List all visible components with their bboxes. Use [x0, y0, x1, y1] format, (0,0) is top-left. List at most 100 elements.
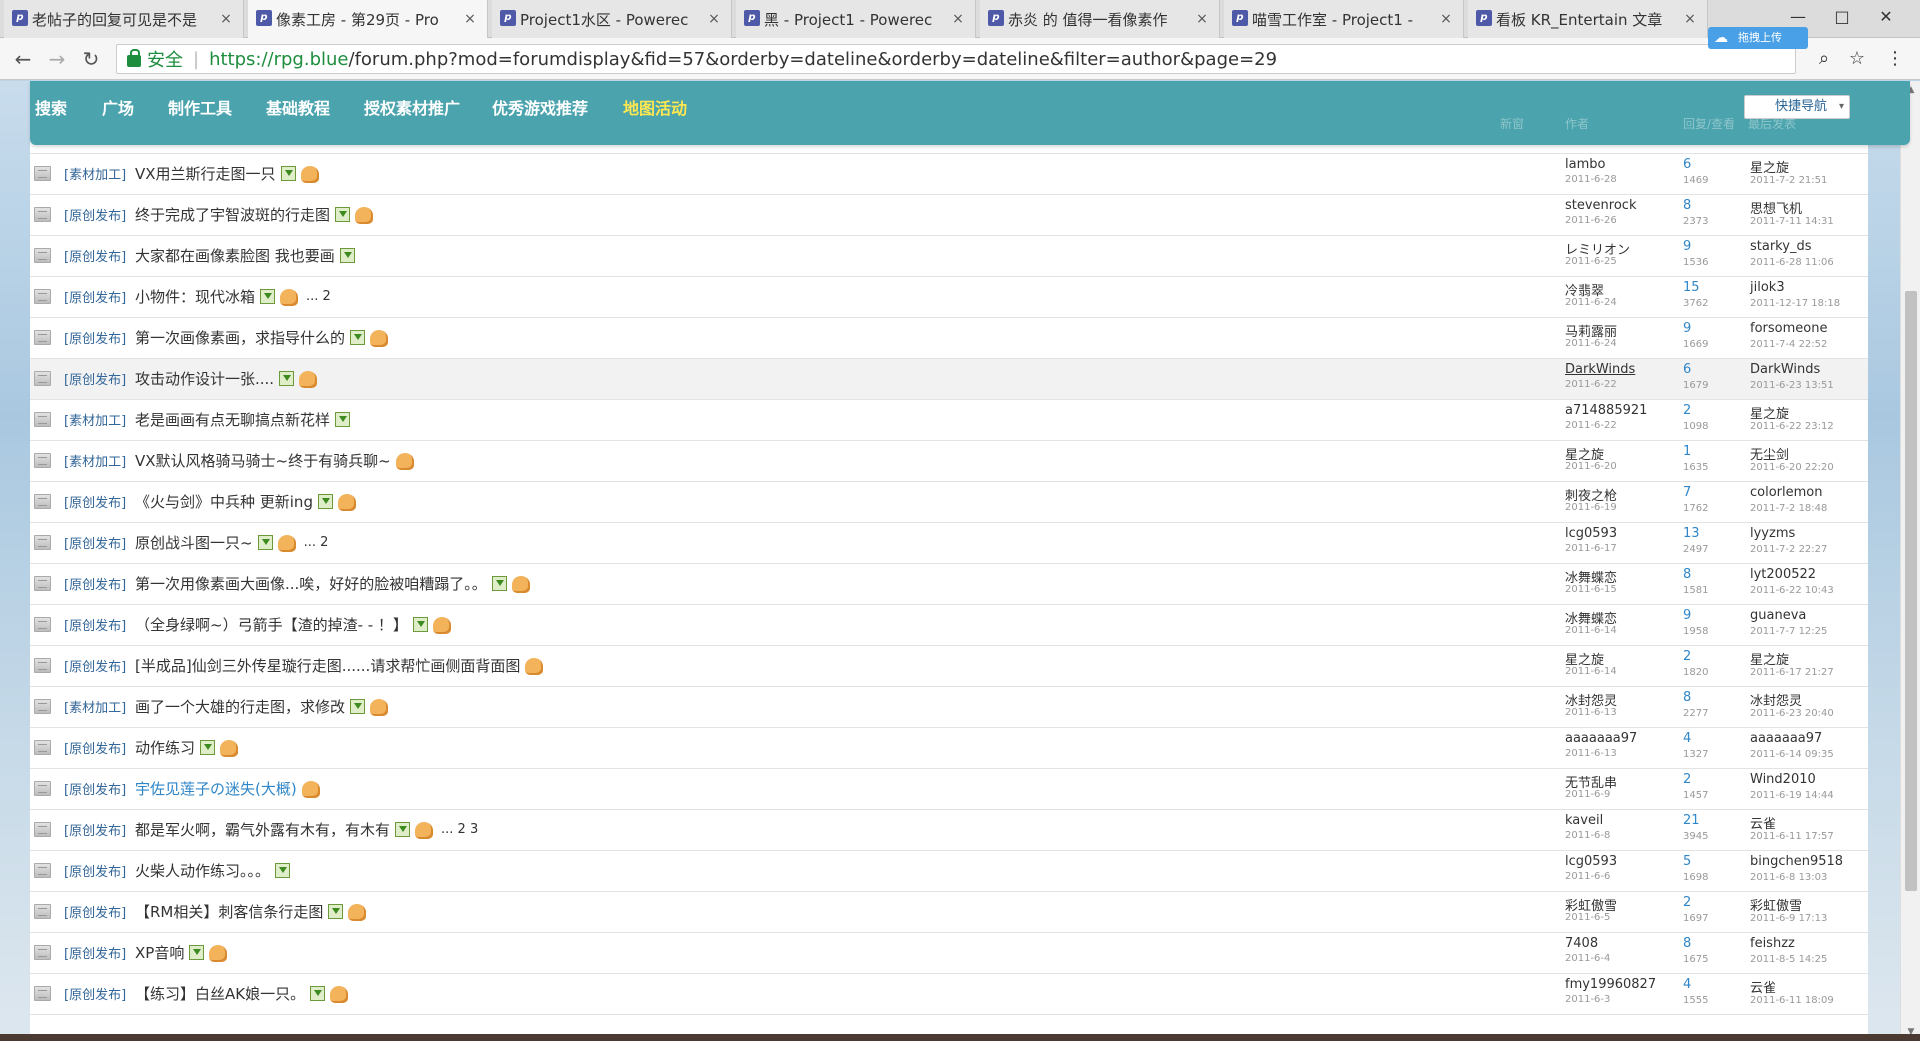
thread-row[interactable]: [原创发布] 动作练习 aaaaaaa97 2011-6-13 4 1327 aaaaaaa… [30, 728, 1868, 769]
folder-icon[interactable] [34, 986, 51, 1001]
thread-title-link[interactable]: 动作练习 [135, 737, 195, 758]
reply-count[interactable]: 8 [1683, 690, 1691, 705]
thread-author[interactable]: fmy19960827 [1565, 977, 1656, 992]
close-icon[interactable]: × [463, 11, 477, 27]
close-icon[interactable]: × [707, 11, 721, 27]
thread-title-link[interactable]: 终于完成了宇智波斑的行走图 [135, 204, 330, 225]
header-replies-views[interactable]: 回复/查看 [1683, 115, 1735, 132]
last-post-user[interactable]: 彩虹傲雪 [1750, 895, 1802, 914]
last-post-user[interactable]: lyyzms [1750, 526, 1795, 541]
last-post-time[interactable]: 2011-7-7 12:25 [1750, 626, 1827, 637]
thread-title-link[interactable]: 宇佐见莲子の迷失(大概) [135, 778, 297, 799]
reply-count[interactable]: 4 [1683, 731, 1691, 746]
last-post-user[interactable]: 冰封怨灵 [1750, 690, 1802, 709]
reply-count[interactable]: 21 [1683, 813, 1700, 828]
thread-category[interactable]: [原创发布] [64, 779, 126, 798]
thread-author[interactable]: stevenrock [1565, 198, 1637, 213]
thread-row[interactable]: [素材加工] 画了一个大雄的行走图，求修改 冰封怨灵 2011-6-13 8 2277 冰封… [30, 687, 1868, 728]
thread-category[interactable]: [原创发布] [64, 615, 126, 634]
last-post-time[interactable]: 2011-7-2 22:27 [1750, 544, 1827, 555]
browser-tab[interactable]: p Project1水区 - Powerec × [492, 0, 732, 38]
last-post-user[interactable]: 云雀 [1750, 813, 1776, 832]
thread-title-link[interactable]: 都是军火啊，霸气外露有木有，有木有 [135, 819, 390, 840]
last-post-user[interactable]: 无尘剑 [1750, 444, 1789, 463]
folder-icon[interactable] [34, 576, 51, 591]
last-post-time[interactable]: 2011-6-8 13:03 [1750, 872, 1827, 883]
reply-count[interactable]: 8 [1683, 198, 1691, 213]
last-post-time[interactable]: 2011-6-14 09:35 [1750, 749, 1834, 760]
thread-title-link[interactable]: （全身绿啊~）弓箭手【渣的掉渣- - ！】 [135, 614, 408, 635]
thread-author[interactable]: kaveil [1565, 813, 1603, 828]
close-icon[interactable]: × [1439, 11, 1453, 27]
folder-icon[interactable] [34, 863, 51, 878]
thread-category[interactable]: [素材加工] [64, 164, 126, 183]
nav-item[interactable]: 基础教程 [266, 95, 330, 119]
thread-category[interactable]: [原创发布] [64, 984, 126, 1003]
last-post-time[interactable]: 2011-6-23 20:40 [1750, 708, 1834, 719]
close-icon[interactable]: × [1683, 11, 1697, 27]
vertical-scrollbar[interactable]: ▲ ▼ [1900, 81, 1920, 1041]
scrollbar-thumb[interactable] [1905, 291, 1917, 891]
back-arrow-icon[interactable]: ← [10, 46, 36, 72]
thread-title-link[interactable]: 老是画画有点无聊搞点新花样 [135, 409, 330, 430]
browser-tab[interactable]: p 像素工房 - 第29页 - Pro × [248, 0, 488, 38]
close-icon[interactable]: × [1195, 11, 1209, 27]
thread-category[interactable]: [原创发布] [64, 902, 126, 921]
thread-pages[interactable]: ... 2 [306, 289, 331, 304]
thread-category[interactable]: [原创发布] [64, 246, 126, 265]
last-post-user[interactable]: DarkWinds [1750, 362, 1820, 377]
thread-category[interactable]: [原创发布] [64, 820, 126, 839]
address-bar[interactable]: 安全 | https://rpg.blue/forum.php?mod=foru… [116, 44, 1796, 74]
thread-title-link[interactable]: VX用兰斯行走图一只 [135, 163, 276, 184]
thread-pages[interactable]: ... 2 [304, 535, 329, 550]
thread-category[interactable]: [素材加工] [64, 697, 126, 716]
thread-title-link[interactable]: XP音响 [135, 942, 184, 963]
folder-icon[interactable] [34, 453, 51, 468]
last-post-user[interactable]: Wind2010 [1750, 772, 1816, 787]
browser-tab[interactable]: p黑 - Project1 - Powerec × [736, 0, 976, 38]
reply-count[interactable]: 5 [1683, 854, 1691, 869]
last-post-user[interactable]: colorlemon [1750, 485, 1822, 500]
thread-author[interactable]: lcg0593 [1565, 526, 1617, 541]
thread-row[interactable]: [原创发布] 攻击动作设计一张.... DarkWinds 2011-6-22 6 167… [30, 359, 1868, 400]
thread-row[interactable]: [原创发布] 火柴人动作练习。。。 lcg0593 2011-6-6 5 1698 bing… [30, 851, 1868, 892]
search-icon[interactable]: ⌕ [1813, 48, 1835, 70]
close-icon[interactable]: × [219, 11, 233, 27]
thread-row[interactable]: [原创发布] 终于完成了宇智波斑的行走图 stevenrock 2011-6-26 8 2… [30, 195, 1868, 236]
last-post-time[interactable]: 2011-6-19 14:44 [1750, 790, 1834, 801]
window-close-icon[interactable]: ✕ [1866, 4, 1906, 30]
folder-icon[interactable] [34, 822, 51, 837]
thread-category[interactable]: [原创发布] [64, 492, 126, 511]
last-post-user[interactable]: jilok3 [1750, 280, 1785, 295]
nav-item[interactable]: 授权素材推广 [364, 95, 460, 119]
last-post-user[interactable]: guaneva [1750, 608, 1806, 623]
last-post-time[interactable]: 2011-7-2 21:51 [1750, 175, 1827, 186]
last-post-time[interactable]: 2011-6-28 11:06 [1750, 257, 1834, 268]
header-new-window[interactable]: 新窗 [1500, 115, 1524, 132]
reply-count[interactable]: 2 [1683, 403, 1691, 418]
folder-icon[interactable] [34, 945, 51, 960]
last-post-user[interactable]: forsomeone [1750, 321, 1827, 336]
thread-row[interactable]: [原创发布] 第一次画像素画，求指导什么的 马莉露丽 2011-6-24 9 1669 fo… [30, 318, 1868, 359]
reply-count[interactable]: 9 [1683, 608, 1691, 623]
thread-category[interactable]: [原创发布] [64, 287, 126, 306]
folder-icon[interactable] [34, 289, 51, 304]
reply-count[interactable]: 2 [1683, 895, 1691, 910]
reply-count[interactable]: 4 [1683, 977, 1691, 992]
thread-row[interactable]: [素材加工] VX用兰斯行走图一只 lambo 2011-6-28 6 1469 星之旋 20… [30, 154, 1868, 195]
thread-row[interactable]: [原创发布] 都是军火啊，霸气外露有木有，有木有 ... 2 3 kaveil 2011… [30, 810, 1868, 851]
reply-count[interactable]: 9 [1683, 239, 1691, 254]
browser-tab[interactable]: p 老帖子的回复可见是不是 × [4, 0, 244, 38]
last-post-user[interactable]: 星之旋 [1750, 157, 1789, 176]
folder-icon[interactable] [34, 207, 51, 222]
reply-count[interactable]: 8 [1683, 567, 1691, 582]
last-post-user[interactable]: 云雀 [1750, 977, 1776, 996]
thread-row[interactable]: [原创发布] XP音响 7408 2011-6-4 8 1675 feishzz 2011-8… [30, 933, 1868, 974]
reply-count[interactable]: 6 [1683, 157, 1691, 172]
thread-row[interactable]: [原创发布] 原创战斗图一只~ ... 2 lcg0593 2011-6-17 13 249… [30, 523, 1868, 564]
last-post-user[interactable]: 星之旋 [1750, 403, 1789, 422]
last-post-time[interactable]: 2011-7-4 22:52 [1750, 339, 1827, 350]
last-post-user[interactable]: bingchen9518 [1750, 854, 1843, 869]
thread-title-link[interactable]: 第一次画像素画，求指导什么的 [135, 327, 345, 348]
browser-tab[interactable]: p 赤炎 的 值得一看像素作 × [980, 0, 1220, 38]
